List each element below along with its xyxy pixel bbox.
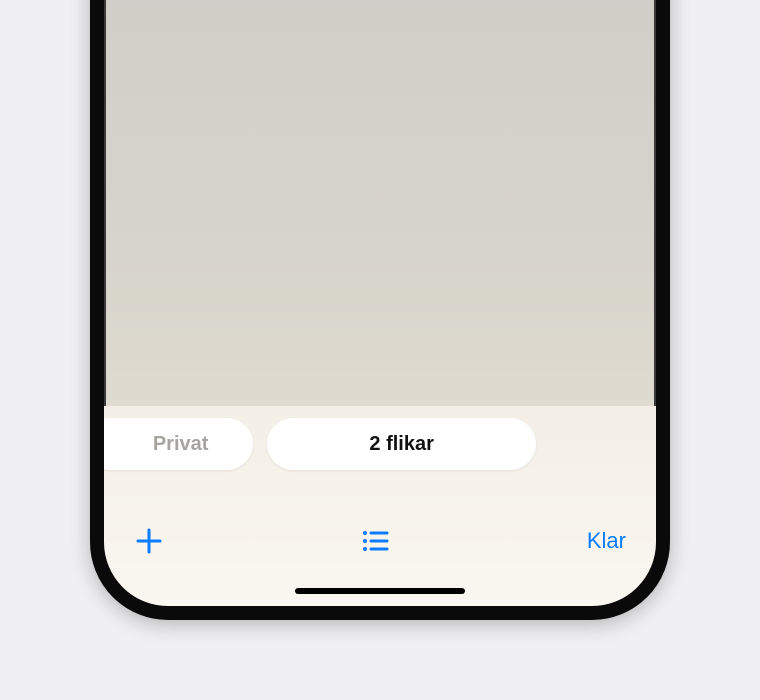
tab-groups-list-button[interactable] <box>360 526 390 556</box>
tab-group-scroller[interactable]: Privat 2 flikar <box>104 418 656 470</box>
device-card: Polyester Dinosaur Polyester Dinosaur Pr… <box>20 0 740 620</box>
tab-group-label: 2 flikar <box>369 433 433 456</box>
new-tab-button[interactable] <box>134 526 164 556</box>
done-label: Klar <box>587 528 626 553</box>
phone-frame: Polyester Dinosaur Polyester Dinosaur Pr… <box>90 0 670 620</box>
done-button[interactable]: Klar <box>587 528 626 554</box>
bottom-toolbar-area: Privat 2 flikar <box>104 406 656 606</box>
tab-group-label: Privat <box>153 433 209 456</box>
bottom-toolbar: Klar <box>104 526 656 556</box>
plus-icon <box>134 526 164 556</box>
screen: Polyester Dinosaur Polyester Dinosaur Pr… <box>104 0 656 606</box>
home-indicator[interactable] <box>295 588 465 594</box>
list-icon <box>360 526 390 556</box>
tab-group-private[interactable]: Privat <box>104 418 253 470</box>
tab-group-tabs[interactable]: 2 flikar <box>267 418 536 470</box>
